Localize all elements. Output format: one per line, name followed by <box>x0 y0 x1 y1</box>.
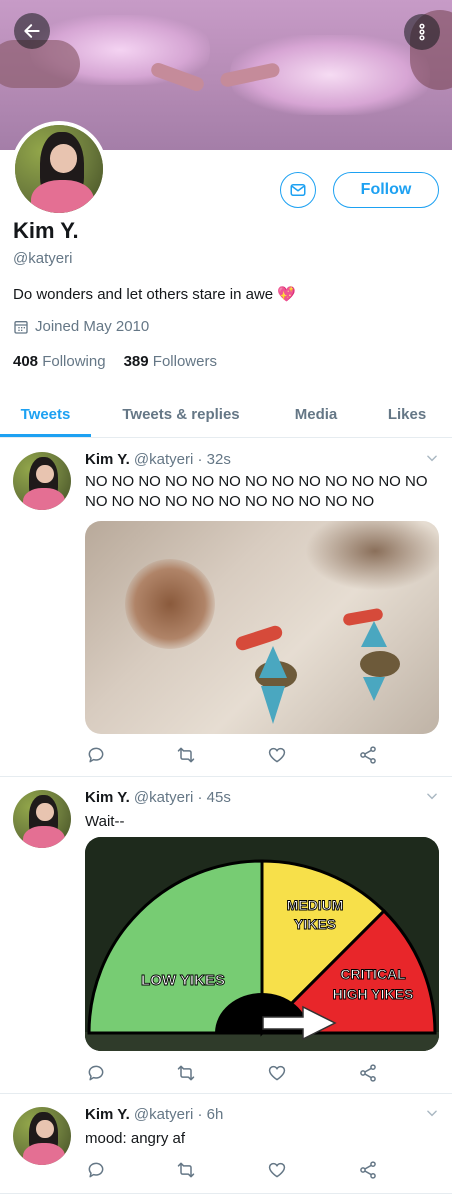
reply-button[interactable] <box>85 744 107 766</box>
joined-date: Joined May 2010 <box>13 318 149 335</box>
avatar[interactable] <box>13 790 71 848</box>
tweet[interactable]: Kim Y. @katyeri · 45s Wait-- LOW YIKES M… <box>0 777 452 1094</box>
reply-button[interactable] <box>85 1159 107 1181</box>
profile-avatar[interactable] <box>11 121 107 217</box>
tweet-actions <box>85 1062 385 1086</box>
share-button[interactable] <box>357 1062 379 1084</box>
tweet-menu-button[interactable] <box>425 451 439 470</box>
reply-button[interactable] <box>85 1062 107 1084</box>
retweet-icon <box>177 747 195 763</box>
heart-icon <box>268 1065 286 1081</box>
retweet-icon <box>177 1162 195 1178</box>
share-button[interactable] <box>357 744 379 766</box>
tweet-media-image[interactable] <box>85 521 439 734</box>
more-vertical-icon <box>419 23 425 41</box>
tweet-text: NO NO NO NO NO NO NO NO NO NO NO NO NO N… <box>85 473 428 510</box>
like-button[interactable] <box>266 744 288 766</box>
more-options-button[interactable] <box>404 14 440 50</box>
blue-triangle-paint <box>259 646 287 724</box>
arrow-left-icon <box>24 24 40 38</box>
tweet-header: Kim Y. @katyeri · 32s <box>85 451 231 468</box>
calendar-icon <box>14 320 28 334</box>
share-icon <box>360 1161 376 1179</box>
meter-label-critical-2: HIGH YIKES <box>333 986 414 1002</box>
chevron-down-icon <box>427 793 437 800</box>
tweet-meta: @katyeri · 6h <box>133 1106 224 1123</box>
share-icon <box>360 1064 376 1082</box>
banner-arm-left <box>0 40 80 88</box>
active-tab-indicator <box>0 434 91 437</box>
tweet[interactable]: Kim Y. @katyeri · 32s NO NO NO NO NO NO … <box>0 438 452 777</box>
tweet-header: Kim Y. @katyeri · 6h <box>85 1106 223 1123</box>
profile-stats: 408 Following 389 Followers <box>13 353 217 370</box>
like-button[interactable] <box>266 1159 288 1181</box>
blue-triangle-paint-right <box>361 621 387 701</box>
tweet-menu-button[interactable] <box>425 1106 439 1125</box>
tab-tweets[interactable]: Tweets <box>0 391 91 437</box>
tweet-media-image[interactable]: LOW YIKES MEDIUM YIKES CRITICAL HIGH YIK… <box>85 837 439 1051</box>
tweet-menu-button[interactable] <box>425 789 439 808</box>
yikes-meter-graphic: LOW YIKES MEDIUM YIKES CRITICAL HIGH YIK… <box>85 837 439 1051</box>
mail-icon <box>290 184 306 196</box>
meter-label-low: LOW YIKES <box>141 972 225 989</box>
meter-label-medium: MEDIUM <box>287 897 344 913</box>
profile-handle: @katyeri <box>13 250 73 267</box>
tweet[interactable]: Kim Y. @katyeri · 6h mood: angry af <box>0 1094 452 1194</box>
bio-text: Do wonders and let others stare in awe <box>13 285 274 303</box>
share-button[interactable] <box>357 1159 379 1181</box>
following-link[interactable]: 408 Following <box>13 353 106 370</box>
share-icon <box>360 746 376 764</box>
heart-icon <box>268 747 286 763</box>
avatar[interactable] <box>13 452 71 510</box>
tweet-author-name[interactable]: Kim Y. <box>85 451 130 468</box>
chevron-down-icon <box>427 1110 437 1117</box>
meter-label-critical: CRITICAL <box>340 966 406 982</box>
message-button[interactable] <box>280 172 316 208</box>
heart-icon <box>268 1162 286 1178</box>
tweet-text: Wait-- <box>85 813 125 830</box>
tweet-actions <box>85 1159 385 1183</box>
reply-icon <box>88 1065 104 1081</box>
tweet-text: mood: angry af <box>85 1130 186 1147</box>
tab-likes[interactable]: Likes <box>372 391 442 437</box>
avatar[interactable] <box>13 1107 71 1165</box>
tweet-header: Kim Y. @katyeri · 45s <box>85 789 231 806</box>
tweet-author-name[interactable]: Kim Y. <box>85 789 130 806</box>
tab-media[interactable]: Media <box>278 391 354 437</box>
retweet-icon <box>177 1065 195 1081</box>
meter-label-medium-2: YIKES <box>294 916 336 932</box>
retweet-button[interactable] <box>175 1159 197 1181</box>
follow-button[interactable]: Follow <box>333 172 439 208</box>
retweet-button[interactable] <box>175 1062 197 1084</box>
reply-icon <box>88 1162 104 1178</box>
chevron-down-icon <box>427 455 437 462</box>
reply-icon <box>88 747 104 763</box>
tweet-author-name[interactable]: Kim Y. <box>85 1106 130 1123</box>
tweet-meta: @katyeri · 45s <box>133 789 231 806</box>
followers-link[interactable]: 389 Followers <box>124 353 217 370</box>
profile-bio: Do wonders and let others stare in awe 💖 <box>13 285 296 304</box>
retweet-button[interactable] <box>175 744 197 766</box>
tweet-actions <box>85 744 385 768</box>
sparkling-heart-emoji: 💖 <box>277 286 296 303</box>
tab-tweets-replies[interactable]: Tweets & replies <box>100 391 262 437</box>
like-button[interactable] <box>266 1062 288 1084</box>
back-button[interactable] <box>14 13 50 49</box>
profile-tabs: Tweets Tweets & replies Media Likes <box>0 391 452 438</box>
profile-name: Kim Y. <box>13 218 79 243</box>
tweet-meta: @katyeri · 32s <box>133 451 231 468</box>
